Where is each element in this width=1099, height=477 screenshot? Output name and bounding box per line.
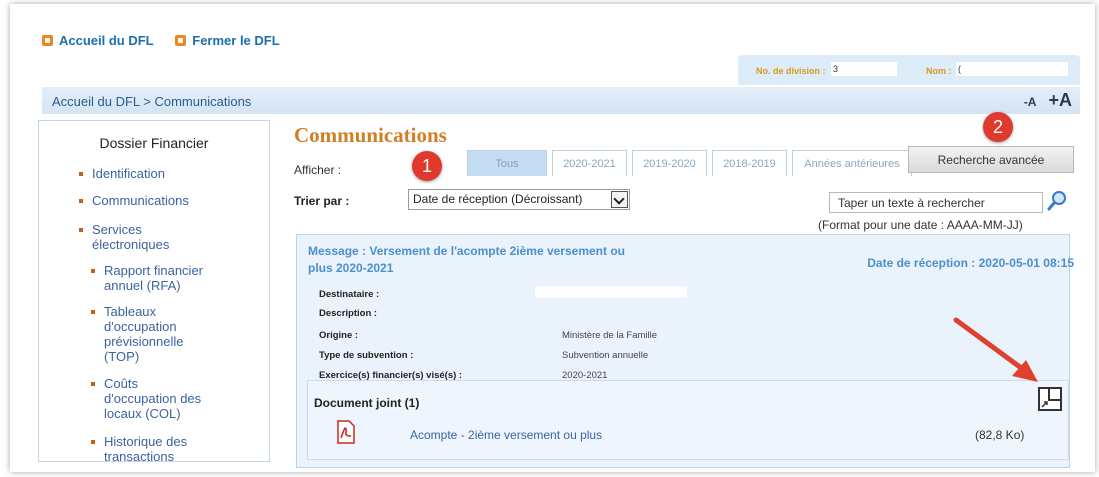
bullet-icon bbox=[79, 228, 83, 232]
reception-date: Date de réception : 2020-05-01 08:15 bbox=[867, 256, 1074, 270]
sort-label: Trier par : bbox=[294, 194, 350, 208]
division-number-label: No. de division : bbox=[756, 66, 826, 76]
font-smaller-button[interactable]: -A bbox=[1024, 95, 1037, 109]
division-name-value: ( bbox=[956, 62, 1068, 76]
sidebar-item-label: Communications bbox=[92, 193, 189, 208]
bullet-icon bbox=[91, 269, 95, 273]
attachment-header: Document joint (1) bbox=[314, 396, 420, 410]
annotation-arrow-icon bbox=[953, 317, 1038, 382]
search-icon[interactable] bbox=[1046, 190, 1068, 212]
sidebar-subitem-label: transactions bbox=[104, 449, 175, 464]
tab-2019-2020[interactable]: 2019-2020 bbox=[632, 150, 707, 176]
afficher-label: Afficher : bbox=[294, 163, 342, 177]
sidebar-subitem-historique[interactable]: Historique des transactions bbox=[91, 434, 188, 464]
sidebar-subitem-label: Historique des bbox=[104, 434, 188, 449]
close-square-icon bbox=[175, 35, 187, 46]
attachment-size: (82,8 Ko) bbox=[975, 428, 1025, 442]
message-title-line: plus 2020-2021 bbox=[308, 261, 394, 275]
annotation-badge-2: 2 bbox=[983, 112, 1013, 142]
bullet-icon bbox=[91, 440, 95, 444]
sidebar-item-label: Services bbox=[92, 222, 142, 237]
attachment-link[interactable]: Acompte - 2ième versement ou plus bbox=[410, 428, 602, 442]
font-larger-button[interactable]: +A bbox=[1048, 90, 1072, 110]
sort-select[interactable]: Date de réception (Décroissant) bbox=[408, 189, 630, 210]
sidebar-subitem-label: Coûts bbox=[104, 376, 138, 391]
tab-annees-anterieures[interactable]: Années antérieures bbox=[792, 150, 912, 176]
sidebar-item-identification[interactable]: Identification bbox=[79, 166, 165, 181]
sidebar-item-label: électroniques bbox=[92, 237, 170, 252]
chevron-down-icon bbox=[611, 191, 628, 208]
sidebar-subitem-label: Tableaux bbox=[104, 304, 157, 319]
date-format-hint: (Format pour une date : AAAA-MM-JJ) bbox=[818, 218, 1023, 232]
field-label-type: Type de subvention : bbox=[319, 350, 414, 361]
field-label-description: Description : bbox=[319, 308, 378, 319]
field-value-origine: Ministère de la Famille bbox=[562, 330, 658, 341]
division-number-value: 3 bbox=[831, 62, 897, 76]
sidebar-item-label: Identification bbox=[92, 166, 165, 181]
home-link-label: Accueil du DFL bbox=[59, 33, 154, 48]
tab-2020-2021[interactable]: 2020-2021 bbox=[552, 150, 627, 176]
message-title-line: Message : Versement de l'acompte 2ième v… bbox=[308, 244, 625, 258]
sidebar-subitem-label: locaux (COL) bbox=[104, 406, 181, 421]
attachment-box bbox=[307, 380, 1069, 460]
sidebar-subitem-label: annuel (RFA) bbox=[104, 278, 181, 293]
home-square-icon bbox=[42, 35, 53, 46]
destinataire-value bbox=[535, 286, 687, 298]
sidebar-title: Dossier Financier bbox=[99, 135, 209, 151]
top-links: Accueil du DFL Fermer le DFL bbox=[42, 33, 298, 49]
pdf-icon bbox=[337, 420, 355, 444]
field-value-type: Subvention annuelle bbox=[562, 350, 649, 361]
tab-tous[interactable]: Tous bbox=[467, 150, 547, 176]
tab-2018-2019[interactable]: 2018-2019 bbox=[712, 150, 787, 176]
field-label-origine: Origine : bbox=[319, 330, 359, 341]
bullet-icon bbox=[91, 310, 95, 314]
breadcrumb: Accueil du DFL > Communications bbox=[52, 94, 252, 109]
sidebar-subitem-label: d'occupation bbox=[104, 319, 177, 334]
font-size-controls: -A +A bbox=[1024, 90, 1072, 111]
bullet-icon bbox=[91, 382, 95, 386]
bullet-icon bbox=[79, 172, 83, 176]
sidebar-subitem-label: (TOP) bbox=[104, 349, 140, 364]
division-bar: No. de division : 3 Nom : ( bbox=[738, 55, 1080, 85]
advanced-search-button[interactable]: Recherche avancée bbox=[908, 146, 1074, 173]
close-link-label: Fermer le DFL bbox=[192, 33, 280, 48]
close-link[interactable]: Fermer le DFL bbox=[175, 33, 280, 48]
field-label-destinataire: Destinataire : bbox=[319, 289, 380, 300]
sidebar-subitem-label: prévisionnelle bbox=[104, 334, 184, 349]
sidebar-subitem-col[interactable]: Coûts d'occupation des locaux (COL) bbox=[91, 376, 202, 421]
sort-select-value: Date de réception (Décroissant) bbox=[413, 192, 583, 206]
message-title[interactable]: Message : Versement de l'acompte 2ième v… bbox=[308, 243, 688, 277]
home-link[interactable]: Accueil du DFL bbox=[42, 33, 154, 48]
breadcrumb-bar: Accueil du DFL > Communications -A +A bbox=[42, 87, 1080, 114]
search-input[interactable] bbox=[829, 192, 1043, 213]
division-name-label: Nom : bbox=[926, 66, 952, 76]
sidebar-item-services[interactable]: Services électroniques bbox=[79, 222, 170, 252]
page-title: Communications bbox=[294, 123, 447, 147]
annotation-badge-1: 1 bbox=[412, 151, 442, 181]
sidebar-subitem-top[interactable]: Tableaux d'occupation prévisionnelle (TOP) bbox=[91, 304, 184, 364]
sidebar-subitem-label: d'occupation des bbox=[104, 391, 202, 406]
bullet-icon bbox=[79, 199, 83, 203]
sidebar-item-communications[interactable]: Communications bbox=[79, 193, 189, 208]
sidebar-subitem-label: Rapport financier bbox=[104, 263, 203, 278]
sidebar-subitem-rfa[interactable]: Rapport financier annuel (RFA) bbox=[91, 263, 203, 293]
